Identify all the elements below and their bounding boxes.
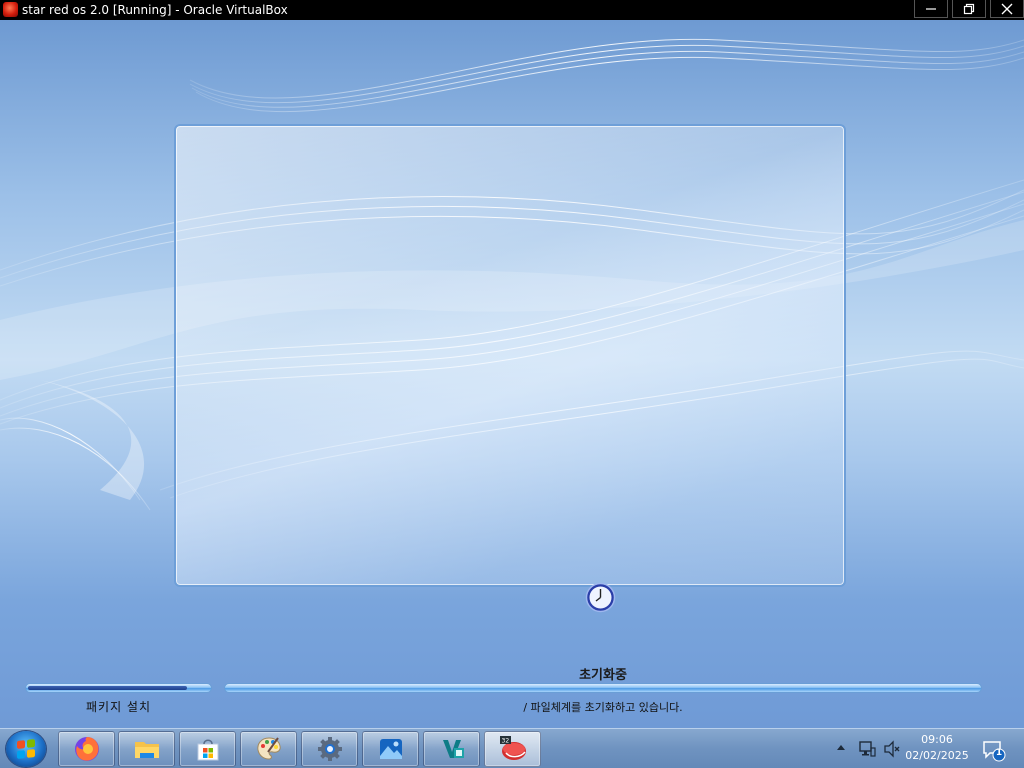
firefox-icon — [74, 737, 99, 761]
speaker-muted-icon[interactable] — [883, 740, 901, 758]
vs-icon — [442, 740, 464, 758]
notification-count-badge: 1 — [995, 748, 1003, 758]
svg-text:32: 32 — [501, 738, 509, 745]
file-explorer-button[interactable] — [118, 731, 175, 767]
window-title-bar[interactable]: star red os 2.0 [Running] - Oracle Virtu… — [0, 0, 1024, 20]
store-button[interactable] — [179, 731, 236, 767]
show-hidden-icons-chevron-up-icon[interactable] — [836, 743, 846, 753]
network-icon[interactable] — [858, 740, 876, 758]
boot-splash-panel — [174, 124, 846, 587]
folder-icon — [134, 742, 159, 758]
tray-date: 02/02/2025 — [905, 749, 969, 762]
settings-button[interactable] — [301, 731, 358, 767]
window-title: star red os 2.0 [Running] - Oracle Virtu… — [22, 3, 288, 17]
tray-clock[interactable]: 09:06 02/02/2025 — [905, 732, 969, 764]
photos-button[interactable] — [362, 731, 419, 767]
restore-icon — [963, 3, 975, 14]
taskbar: 32 09:06 02/02/2025 1 — [0, 728, 1024, 768]
package-install-progress-bar — [25, 683, 212, 693]
windows-logo-icon — [17, 739, 35, 759]
virtualbox-vm-button[interactable]: 32 — [484, 731, 541, 767]
tray-time: 09:06 — [921, 733, 953, 746]
desktop-background — [0, 20, 1024, 728]
status-message: / 파일체계를 초기화하고 있습니다. — [523, 701, 683, 714]
paint-button[interactable] — [240, 731, 297, 767]
notification-center-button[interactable]: 1 — [982, 740, 1006, 762]
close-icon — [1001, 3, 1013, 14]
minimize-button[interactable] — [914, 0, 948, 18]
photo-icon — [379, 739, 402, 759]
virtualbox-app-icon — [3, 2, 18, 17]
package-install-label: 패키지 설치 — [85, 700, 151, 714]
gear-icon — [317, 737, 342, 761]
palette-icon — [256, 737, 281, 760]
redstar-icon: 32 — [499, 736, 526, 760]
store-icon — [197, 739, 218, 761]
close-button[interactable] — [990, 0, 1024, 18]
status-title: 초기화중 — [579, 668, 627, 683]
package-install-progress-fill — [28, 686, 187, 690]
clock-icon — [585, 582, 616, 613]
start-button[interactable] — [6, 731, 46, 767]
firefox-button[interactable] — [58, 731, 115, 767]
minimize-icon — [926, 7, 936, 10]
visual-studio-button[interactable] — [423, 731, 480, 767]
init-progress-bar — [224, 683, 982, 693]
restore-button[interactable] — [952, 0, 986, 18]
